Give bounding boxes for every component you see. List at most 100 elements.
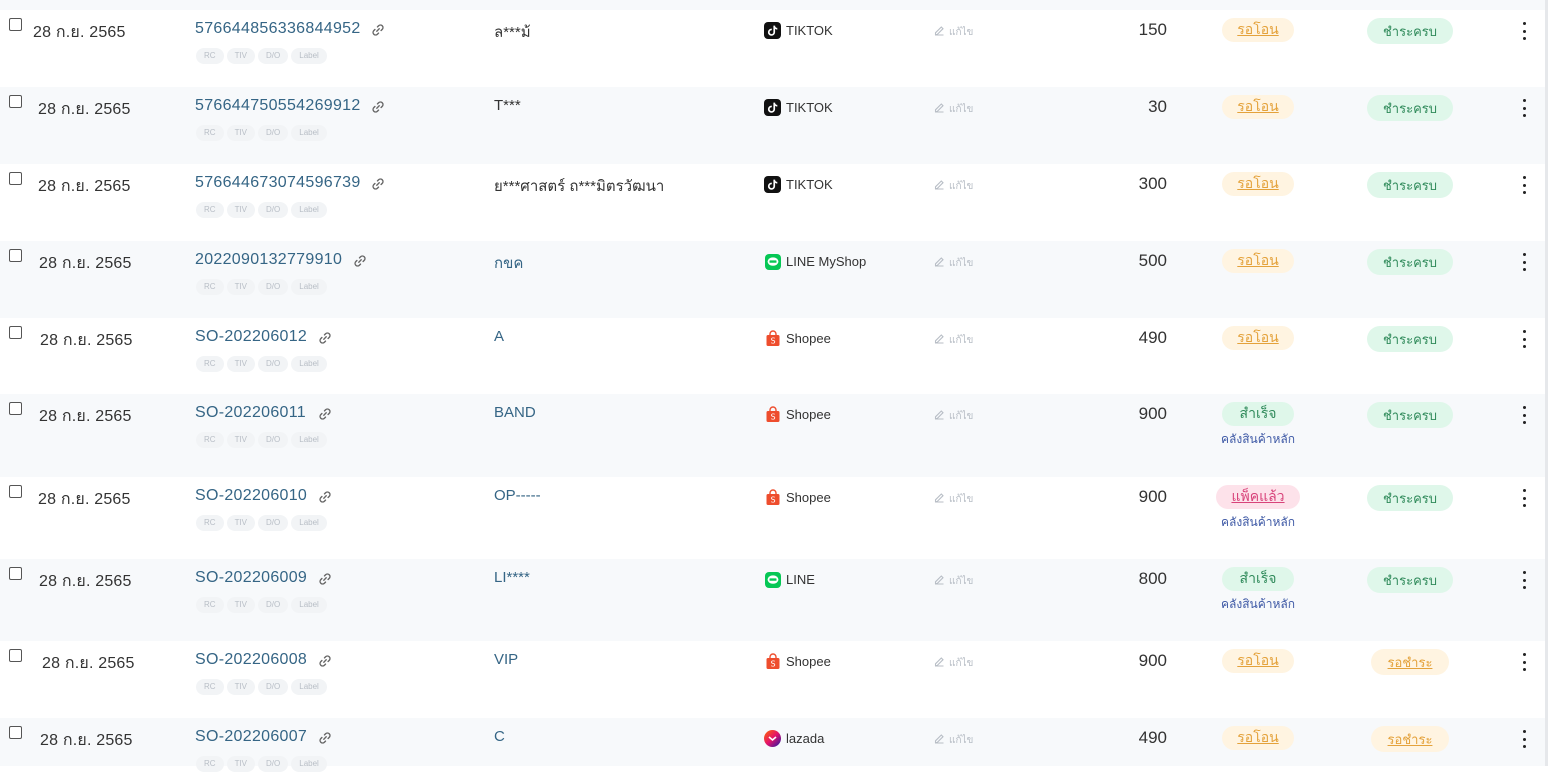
link-icon[interactable] (317, 653, 333, 669)
order-number-link[interactable]: 576644673074596739 (195, 174, 361, 192)
tag-label[interactable]: Label (291, 125, 327, 141)
order-status-badge[interactable]: รอโอน (1222, 95, 1294, 119)
tag-rc[interactable]: RC (196, 515, 224, 531)
tag-tiv[interactable]: TIV (226, 279, 256, 295)
tag-do[interactable]: D/O (258, 48, 289, 64)
order-status-badge[interactable]: รอโอน (1222, 172, 1294, 196)
tag-do[interactable]: D/O (258, 202, 289, 218)
tag-tiv[interactable]: TIV (226, 432, 256, 448)
more-options-icon[interactable] (1518, 730, 1530, 748)
tag-rc[interactable]: RC (196, 356, 224, 372)
link-icon[interactable] (317, 330, 333, 346)
order-status-badge[interactable]: รอโอน (1222, 18, 1294, 42)
tag-tiv[interactable]: TIV (226, 756, 256, 772)
tag-label[interactable]: Label (291, 679, 327, 695)
link-icon[interactable] (370, 22, 386, 38)
edit-button[interactable]: แก้ไข (933, 178, 973, 194)
payment-status-badge[interactable]: รอชำระ (1371, 649, 1449, 675)
customer-name[interactable]: กขค (494, 251, 523, 275)
more-options-icon[interactable] (1518, 253, 1530, 271)
row-checkbox[interactable] (9, 726, 22, 739)
order-status-badge[interactable]: สำเร็จ (1222, 402, 1294, 426)
more-options-icon[interactable] (1518, 489, 1530, 507)
tag-label[interactable]: Label (291, 597, 327, 613)
tag-tiv[interactable]: TIV (226, 125, 256, 141)
link-icon[interactable] (370, 176, 386, 192)
tag-tiv[interactable]: TIV (226, 202, 256, 218)
row-checkbox[interactable] (9, 249, 22, 262)
tag-label[interactable]: Label (291, 515, 327, 531)
more-options-icon[interactable] (1518, 406, 1530, 424)
tag-label[interactable]: Label (291, 48, 327, 64)
order-status-badge[interactable]: รอโอน (1222, 726, 1294, 750)
tag-do[interactable]: D/O (258, 279, 289, 295)
customer-name[interactable]: VIP (494, 651, 518, 668)
tag-rc[interactable]: RC (196, 125, 224, 141)
customer-name[interactable]: LI**** (494, 569, 530, 586)
edit-button[interactable]: แก้ไข (933, 573, 973, 589)
tag-rc[interactable]: RC (196, 48, 224, 64)
tag-tiv[interactable]: TIV (226, 48, 256, 64)
payment-status-badge[interactable]: ชำระครบ (1367, 326, 1453, 352)
row-checkbox[interactable] (9, 649, 22, 662)
customer-name[interactable]: OP----- (494, 487, 541, 504)
row-checkbox[interactable] (9, 567, 22, 580)
more-options-icon[interactable] (1518, 653, 1530, 671)
tag-do[interactable]: D/O (258, 356, 289, 372)
link-icon[interactable] (370, 99, 386, 115)
edit-button[interactable]: แก้ไข (933, 24, 973, 40)
tag-rc[interactable]: RC (196, 679, 224, 695)
order-number-link[interactable]: SO-202206012 (195, 328, 307, 346)
payment-status-badge[interactable]: ชำระครบ (1367, 172, 1453, 198)
customer-name[interactable]: A (494, 328, 504, 345)
order-status-badge[interactable]: แพ็คแล้ว (1216, 485, 1300, 509)
payment-status-badge[interactable]: ชำระครบ (1367, 95, 1453, 121)
link-icon[interactable] (317, 489, 333, 505)
order-status-badge[interactable]: รอโอน (1222, 249, 1294, 273)
tag-do[interactable]: D/O (258, 125, 289, 141)
edit-button[interactable]: แก้ไข (933, 732, 973, 748)
row-checkbox[interactable] (9, 18, 22, 31)
order-number-link[interactable]: SO-202206010 (195, 487, 307, 505)
payment-status-badge[interactable]: ชำระครบ (1367, 249, 1453, 275)
order-number-link[interactable]: 2022090132779910 (195, 251, 342, 269)
order-number-link[interactable]: 576644856336844952 (195, 20, 361, 38)
link-icon[interactable] (317, 730, 333, 746)
row-checkbox[interactable] (9, 326, 22, 339)
order-number-link[interactable]: SO-202206007 (195, 728, 307, 746)
tag-label[interactable]: Label (291, 279, 327, 295)
order-status-badge[interactable]: รอโอน (1222, 326, 1294, 350)
tag-do[interactable]: D/O (258, 597, 289, 613)
payment-status-badge[interactable]: ชำระครบ (1367, 485, 1453, 511)
order-number-link[interactable]: SO-202206008 (195, 651, 307, 669)
row-checkbox[interactable] (9, 172, 22, 185)
tag-label[interactable]: Label (291, 356, 327, 372)
customer-name[interactable]: C (494, 728, 505, 745)
payment-status-badge[interactable]: ชำระครบ (1367, 567, 1453, 593)
payment-status-badge[interactable]: ชำระครบ (1367, 402, 1453, 428)
tag-tiv[interactable]: TIV (226, 356, 256, 372)
payment-status-badge[interactable]: ชำระครบ (1367, 18, 1453, 44)
customer-name[interactable]: BAND (494, 404, 536, 421)
more-options-icon[interactable] (1518, 330, 1530, 348)
more-options-icon[interactable] (1518, 99, 1530, 117)
more-options-icon[interactable] (1518, 571, 1530, 589)
tag-do[interactable]: D/O (258, 515, 289, 531)
more-options-icon[interactable] (1518, 176, 1530, 194)
row-checkbox[interactable] (9, 485, 22, 498)
edit-button[interactable]: แก้ไข (933, 332, 973, 348)
edit-button[interactable]: แก้ไข (933, 491, 973, 507)
row-checkbox[interactable] (9, 95, 22, 108)
tag-label[interactable]: Label (291, 202, 327, 218)
tag-do[interactable]: D/O (258, 679, 289, 695)
tag-do[interactable]: D/O (258, 756, 289, 772)
tag-tiv[interactable]: TIV (226, 679, 256, 695)
more-options-icon[interactable] (1518, 22, 1530, 40)
order-number-link[interactable]: SO-202206009 (195, 569, 307, 587)
edit-button[interactable]: แก้ไข (933, 101, 973, 117)
row-checkbox[interactable] (9, 402, 22, 415)
edit-button[interactable]: แก้ไข (933, 255, 973, 271)
tag-label[interactable]: Label (291, 756, 327, 772)
tag-rc[interactable]: RC (196, 432, 224, 448)
order-status-badge[interactable]: สำเร็จ (1222, 567, 1294, 591)
